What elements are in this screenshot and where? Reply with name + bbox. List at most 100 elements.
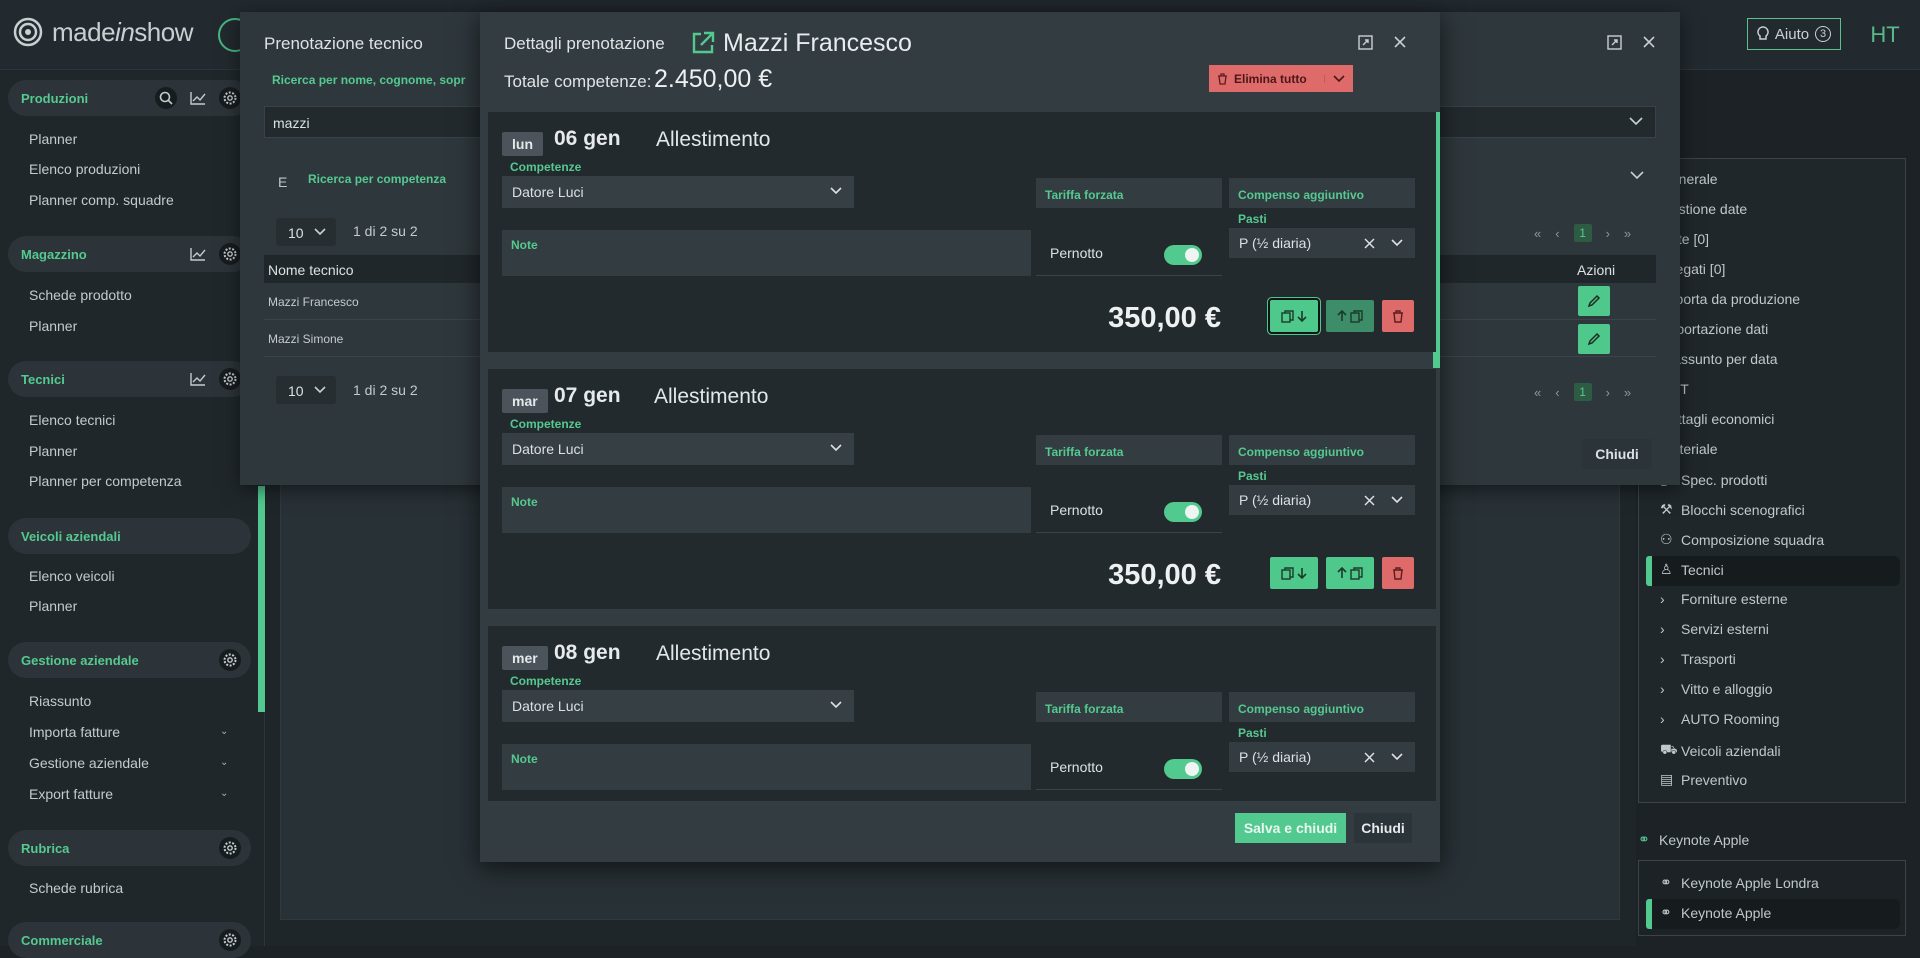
forced-rate-field[interactable]: Tariffa forzata [1036, 692, 1222, 722]
chevron-down-icon[interactable]: ⌄ [220, 726, 228, 737]
sidebar-section-veicoli-aziendali[interactable]: Veicoli aziendali [8, 518, 251, 554]
forced-rate-field[interactable]: Tariffa forzata [1036, 178, 1222, 208]
forced-rate-field[interactable]: Tariffa forzata [1036, 435, 1222, 465]
extra-compensation-field[interactable]: Compenso aggiuntivo [1229, 178, 1415, 208]
sidebar-item-schede-rubrica[interactable]: Schede rubrica [29, 880, 123, 896]
sidebar-section-tecnici[interactable]: Tecnici [8, 361, 251, 397]
sidebar-item-planner[interactable]: Planner [29, 443, 77, 459]
gear-icon[interactable] [219, 368, 241, 390]
chevron-down-icon[interactable] [1630, 171, 1644, 180]
menu-item-tecnici[interactable]: ♙ Tecnici [1660, 561, 1724, 578]
copy-down-button[interactable] [1268, 298, 1320, 334]
edit-button[interactable] [1578, 286, 1610, 316]
sidebar-section-produzioni[interactable]: Produzioni [8, 80, 251, 116]
copy-up-button[interactable] [1326, 557, 1374, 589]
delete-all-button[interactable]: Elimina tutto [1209, 65, 1353, 92]
chart-icon[interactable] [187, 243, 209, 265]
menu-item-servizi-esterni[interactable]: › Servizi esterni [1660, 621, 1769, 637]
edit-button[interactable] [1578, 324, 1610, 354]
sidebar-item-riassunto[interactable]: Riassunto [29, 693, 91, 709]
competence-select[interactable] [1420, 160, 1656, 192]
gear-icon[interactable] [219, 87, 241, 109]
sidebar-item-export-fatture[interactable]: Export fatture [29, 786, 113, 802]
chevron-down-icon[interactable] [1629, 117, 1643, 126]
sidebar-item-gestione-aziendale[interactable]: Gestione aziendale [29, 755, 149, 771]
chart-icon[interactable] [187, 87, 209, 109]
menu-item-trasporti[interactable]: › Trasporti [1660, 651, 1736, 667]
sidebar-item-planner-comp-squadre[interactable]: Planner comp. squadre [29, 192, 174, 208]
menu-item-blocchi-scenografici[interactable]: ⚒ Blocchi scenografici [1660, 501, 1805, 518]
sidebar-item-schede-prodotto[interactable]: Schede prodotto [29, 287, 132, 303]
expand-icon[interactable] [1607, 35, 1622, 50]
clear-icon[interactable] [1364, 495, 1375, 506]
notes-field[interactable]: Note [502, 744, 1031, 790]
menu-item-vitto-e-alloggio[interactable]: › Vitto e alloggio [1660, 681, 1773, 697]
sidebar-item-elenco-tecnici[interactable]: Elenco tecnici [29, 412, 115, 428]
page-size-select-bottom[interactable]: 10 [276, 376, 336, 404]
sidebar-item-planner[interactable]: Planner [29, 598, 77, 614]
sidebar-section-magazzino[interactable]: Magazzino [8, 236, 251, 272]
linked-project-keynote-apple[interactable]: ⚭ Keynote Apple [1660, 904, 1771, 921]
last-page-icon[interactable]: » [1624, 226, 1631, 241]
sidebar-item-planner[interactable]: Planner [29, 131, 77, 147]
first-page-icon[interactable]: « [1534, 226, 1541, 241]
meals-select[interactable]: P (½ diaria) [1229, 228, 1415, 258]
sidebar-item-planner[interactable]: Planner [29, 318, 77, 334]
notes-field[interactable]: Note [502, 487, 1031, 533]
sidebar-item-importa-fatture[interactable]: Importa fatture [29, 724, 120, 740]
menu-item-importa-da-produzione[interactable]: Importa da produzione [1660, 291, 1800, 307]
chevron-down-icon[interactable]: ⌄ [220, 788, 228, 799]
current-page[interactable]: 1 [1573, 224, 1592, 242]
extra-compensation-field[interactable]: Compenso aggiuntivo [1229, 435, 1415, 465]
prev-page-icon[interactable]: ‹ [1555, 226, 1559, 241]
meals-select[interactable]: P (½ diaria) [1229, 485, 1415, 515]
menu-item-veicoli-aziendali[interactable]: ⛟ Veicoli aziendali [1660, 741, 1781, 760]
sidebar-scroll-indicator[interactable] [258, 486, 265, 712]
overnight-toggle[interactable] [1164, 502, 1202, 522]
gear-icon[interactable] [219, 649, 241, 671]
extra-compensation-field[interactable]: Compenso aggiuntivo [1229, 692, 1415, 722]
next-page-icon[interactable]: › [1606, 226, 1610, 241]
menu-item-preventivo[interactable]: ▤ Preventivo [1660, 771, 1747, 788]
booking-close-button[interactable]: Chiudi [1582, 439, 1652, 469]
first-page-icon[interactable]: « [1534, 385, 1541, 400]
details-close-button[interactable]: Chiudi [1354, 813, 1412, 843]
user-avatar[interactable]: HT [1866, 18, 1904, 52]
last-page-icon[interactable]: » [1624, 385, 1631, 400]
sidebar-item-planner-per-competenza[interactable]: Planner per competenza [29, 473, 182, 489]
menu-item-composizione-squadra[interactable]: ⚇ Composizione squadra [1660, 531, 1824, 548]
sidebar-section-rubrica[interactable]: Rubrica [8, 830, 251, 866]
meals-select[interactable]: P (½ diaria) [1229, 742, 1415, 772]
gear-icon[interactable] [219, 929, 241, 951]
sidebar-section-commerciale[interactable]: Commerciale [8, 922, 251, 958]
overnight-toggle[interactable] [1164, 759, 1202, 779]
delete-day-button[interactable] [1382, 300, 1414, 332]
page-size-select[interactable]: 10 [276, 218, 336, 246]
overnight-toggle[interactable] [1164, 245, 1202, 265]
external-link-icon[interactable] [690, 30, 716, 56]
sidebar-item-elenco-produzioni[interactable]: Elenco produzioni [29, 161, 140, 177]
col-header-name[interactable]: Nome tecnico [268, 262, 354, 278]
linked-project-keynote-apple-londra[interactable]: ⚭ Keynote Apple Londra [1660, 874, 1819, 891]
delete-day-button[interactable] [1382, 557, 1414, 589]
chevron-down-icon[interactable] [1324, 74, 1345, 83]
help-button[interactable]: Aiuto 3 [1747, 18, 1841, 50]
gear-icon[interactable] [219, 837, 241, 859]
chevron-down-icon[interactable] [1391, 496, 1403, 504]
clear-icon[interactable] [1364, 752, 1375, 763]
gear-icon[interactable] [219, 243, 241, 265]
sidebar-section-gestione-aziendale[interactable]: Gestione aziendale [8, 642, 251, 678]
search-icon[interactable] [155, 87, 177, 109]
copy-up-button[interactable] [1326, 300, 1374, 332]
competence-select[interactable]: Datore Luci [502, 690, 854, 722]
current-page[interactable]: 1 [1573, 383, 1592, 401]
copy-down-button[interactable] [1270, 557, 1318, 589]
chevron-down-icon[interactable]: ⌄ [220, 757, 228, 768]
project-title[interactable]: ⚭ Keynote Apple [1638, 831, 1749, 848]
app-logo[interactable]: madeinshow [12, 16, 193, 48]
clear-icon[interactable] [1364, 238, 1375, 249]
menu-item-forniture-esterne[interactable]: › Forniture esterne [1660, 591, 1788, 607]
close-icon[interactable] [1642, 35, 1656, 49]
next-page-icon[interactable]: › [1606, 385, 1610, 400]
prev-page-icon[interactable]: ‹ [1555, 385, 1559, 400]
